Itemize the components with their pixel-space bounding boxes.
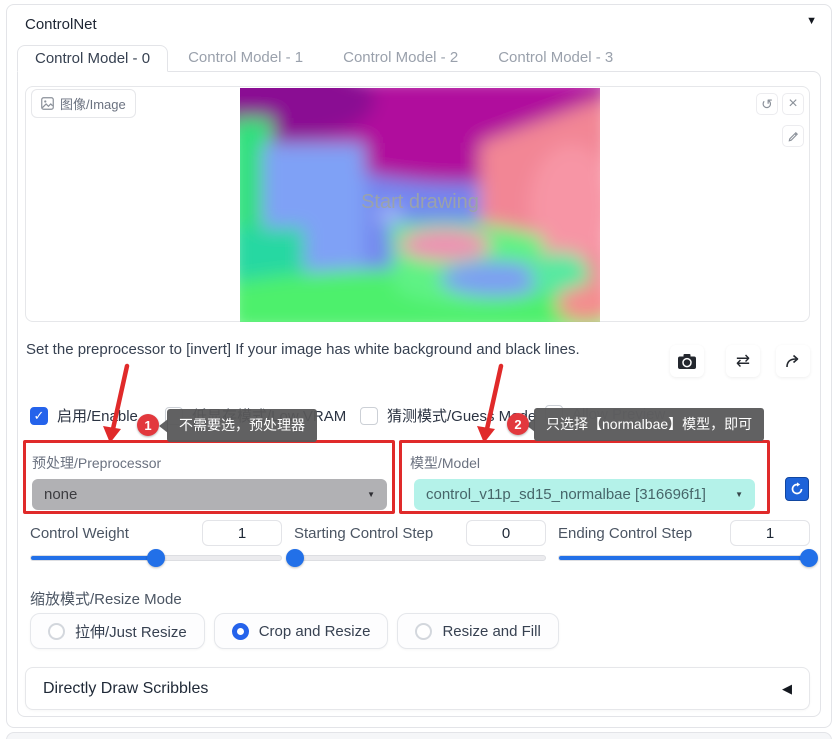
send-to-dimensions-button[interactable] <box>776 345 810 377</box>
camera-icon <box>677 353 697 370</box>
radio-circle[interactable] <box>232 623 249 640</box>
controlnet-panel: ControlNet ▼ Control Model - 0 Control M… <box>6 4 832 728</box>
preprocessor-dropdown[interactable]: none ▼ <box>32 479 387 510</box>
enable-checkbox[interactable]: ✓ 启用/Enable <box>30 405 138 426</box>
swap-icon[interactable]: ⇄ <box>726 345 760 377</box>
radio-just-resize-label: 拉伸/Just Resize <box>75 621 187 642</box>
dropdown-caret-icon: ▼ <box>367 490 375 499</box>
panel-title: ControlNet <box>25 16 97 33</box>
options-row: ✓ 启用/Enable 低显存模式/Low VRAM 猜测模式/Guess Mo… <box>18 405 820 427</box>
radio-circle[interactable] <box>48 623 65 640</box>
starting-step-group: Starting Control Step <box>294 520 546 561</box>
ending-step-slider[interactable] <box>558 555 810 561</box>
image-tag-label: 图像/Image <box>60 94 126 113</box>
tab-control-model-2[interactable]: Control Model - 2 <box>323 45 478 71</box>
slider-thumb[interactable] <box>286 549 304 567</box>
preprocessor-value: none <box>44 486 77 503</box>
preprocessor-note: Set the preprocessor to [invert] If your… <box>26 341 580 358</box>
accordion-caret-icon: ◀ <box>782 681 792 697</box>
controlnet-extension: ControlNet ▼ Control Model - 0 Control M… <box>0 0 838 739</box>
model-value: control_v11p_sd15_normalbae [316696f1] <box>426 486 706 503</box>
guess-mode-label: 猜测模式/Guess Mode <box>387 405 536 426</box>
guess-mode-checkbox-box[interactable] <box>360 407 378 425</box>
control-weight-slider[interactable] <box>30 555 282 561</box>
refresh-models-button[interactable] <box>785 477 809 501</box>
send-arrow-icon <box>785 354 801 369</box>
camera-button[interactable] <box>670 345 704 377</box>
low-vram-label: 低显存模式/Low VRAM <box>192 405 346 426</box>
enable-checkbox-box[interactable]: ✓ <box>30 407 48 425</box>
undo-icon[interactable]: ↺ <box>756 93 778 115</box>
resize-mode-options: 拉伸/Just Resize Crop and Resize Resize an… <box>30 613 559 649</box>
tab-bar: Control Model - 0 Control Model - 1 Cont… <box>17 45 633 71</box>
radio-just-resize[interactable]: 拉伸/Just Resize <box>30 613 205 649</box>
slider-thumb[interactable] <box>800 549 818 567</box>
control-image-preview[interactable]: Start drawing <box>240 88 600 322</box>
tab-control-model-3[interactable]: Control Model - 3 <box>478 45 633 71</box>
tab-control-model-1[interactable]: Control Model - 1 <box>168 45 323 71</box>
image-tag: 图像/Image <box>31 89 136 118</box>
model-dropdown[interactable]: control_v11p_sd15_normalbae [316696f1] ▼ <box>414 479 755 510</box>
starting-step-input[interactable] <box>466 520 546 546</box>
slider-thumb[interactable] <box>147 549 165 567</box>
dropdown-caret-icon: ▼ <box>735 490 743 499</box>
scribbles-accordion[interactable]: Directly Draw Scribbles ◀ <box>25 667 810 710</box>
allow-preview-label: Allow Preview <box>572 406 665 423</box>
control-weight-label: Control Weight <box>30 525 129 542</box>
radio-crop-and-resize[interactable]: Crop and Resize <box>214 613 389 649</box>
radio-resize-and-fill[interactable]: Resize and Fill <box>397 613 558 649</box>
image-icon <box>41 97 54 110</box>
model-label: 模型/Model <box>410 453 480 473</box>
edit-pencil-icon[interactable] <box>782 125 804 147</box>
radio-circle[interactable] <box>415 623 432 640</box>
resize-mode-label: 缩放模式/Resize Mode <box>30 588 182 609</box>
low-vram-checkbox[interactable]: 低显存模式/Low VRAM <box>165 405 346 426</box>
tab-control-model-0[interactable]: Control Model - 0 <box>17 45 168 72</box>
radio-crop-and-resize-label: Crop and Resize <box>259 623 371 640</box>
guess-mode-checkbox[interactable]: 猜测模式/Guess Mode <box>360 405 536 426</box>
allow-preview-checkbox[interactable]: Allow Preview <box>545 405 665 423</box>
tab-panel-content: 图像/Image <box>17 71 821 717</box>
refresh-icon <box>790 482 804 496</box>
preprocessor-label: 预处理/Preprocessor <box>32 453 161 473</box>
allow-preview-checkbox-box[interactable] <box>545 405 563 423</box>
close-icon[interactable]: × <box>782 93 804 115</box>
start-drawing-hint: Start drawing <box>240 191 600 214</box>
control-weight-input[interactable] <box>202 520 282 546</box>
low-vram-checkbox-box[interactable] <box>165 407 183 425</box>
radio-resize-and-fill-label: Resize and Fill <box>442 623 540 640</box>
ending-step-label: Ending Control Step <box>558 525 692 542</box>
scribbles-accordion-label: Directly Draw Scribbles <box>43 680 208 698</box>
starting-step-slider[interactable] <box>294 555 546 561</box>
panel-collapse-caret-icon[interactable]: ▼ <box>806 15 817 27</box>
image-panel: 图像/Image <box>25 86 810 322</box>
enable-label: 启用/Enable <box>57 405 138 426</box>
ending-step-input[interactable] <box>730 520 810 546</box>
ending-step-group: Ending Control Step <box>558 520 810 561</box>
control-weight-group: Control Weight <box>30 520 282 561</box>
next-section-bar[interactable] <box>6 732 832 739</box>
starting-step-label: Starting Control Step <box>294 525 433 542</box>
